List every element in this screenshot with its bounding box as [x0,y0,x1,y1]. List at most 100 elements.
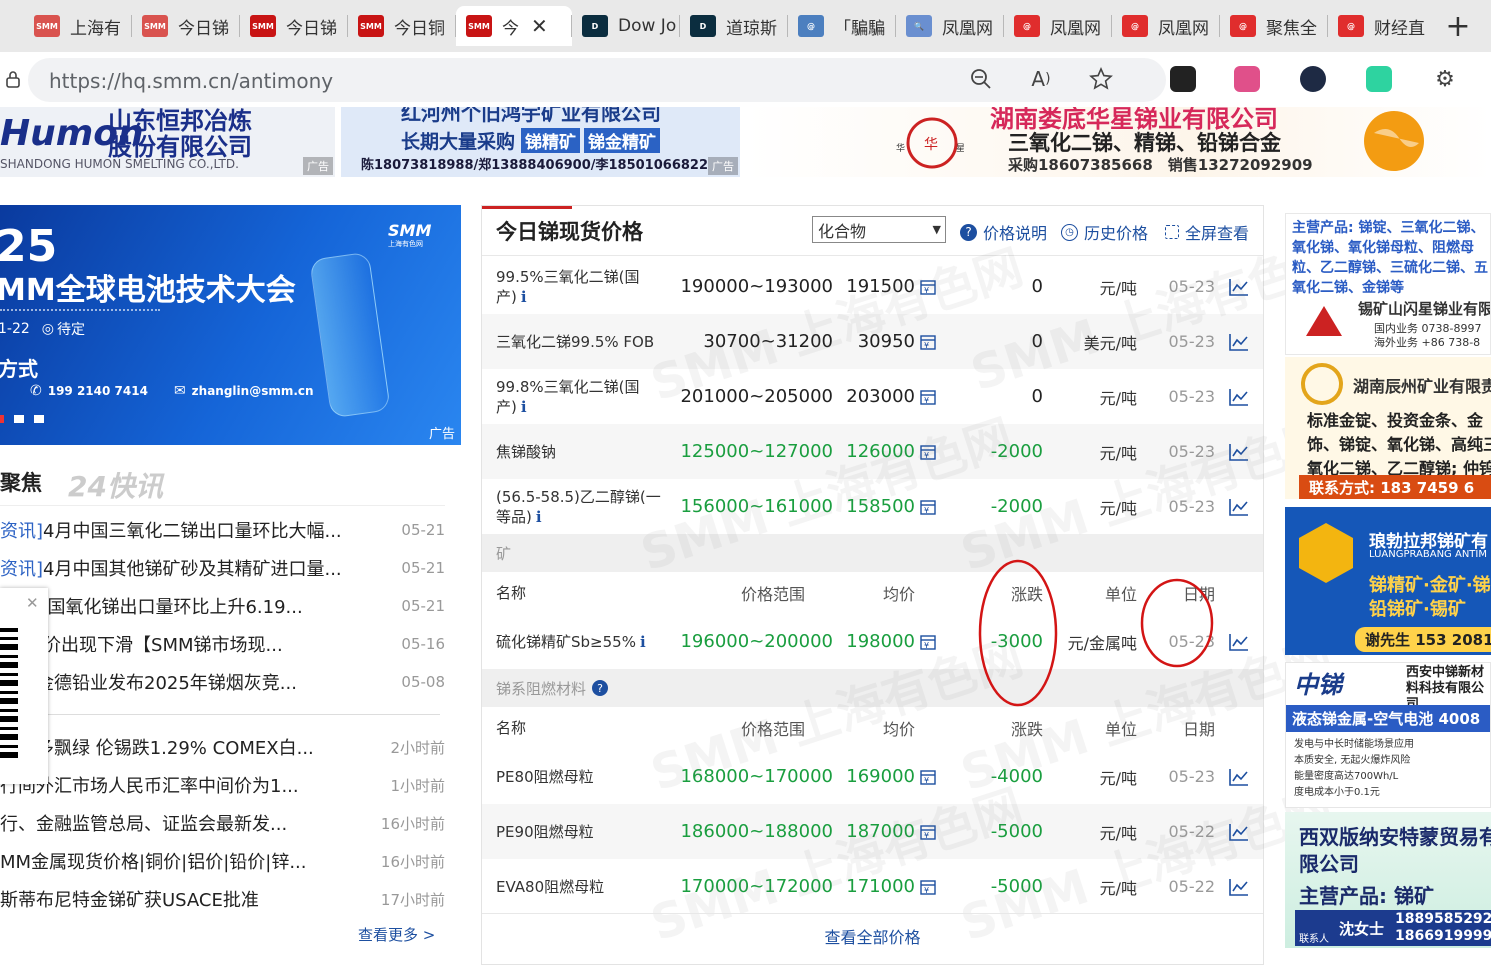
news-item[interactable]: 资讯]4月中国其他锑矿砂及其精矿进口量... 05-21 [0,549,445,587]
favorite-star-icon[interactable] [1088,66,1114,92]
flash-item[interactable]: MM金属现货价格|铜价|铝价|铅价|锌... 16小时前 [0,842,445,880]
ad-tag: 广告 [428,427,455,442]
browser-tab[interactable]: @ 聚焦全 [1220,6,1328,46]
news-item[interactable]: 江西金德铅业发布2025年锑烟灰竞... 05-08 [0,663,445,701]
browser-tab[interactable]: SMM 今日铜 [348,6,456,46]
honghe-phones: 陈18073818988/郑13888406900/李18501066822 [361,158,708,173]
tab-title: 「騙騙 [834,18,885,39]
bullet-item: 度电成本小于0.1元 [1294,787,1380,798]
extension-green-icon[interactable] [1366,66,1392,92]
ad-tag: 广告 [303,157,333,175]
browser-tab[interactable]: SMM 今 ✕ [456,6,572,46]
news-item[interactable]: 4月中国氧化锑出口量环比上升6.19... 05-21 [0,587,445,625]
huaxing-line2: 三氧化二锑、精锑、铅锑合金 [1008,131,1281,155]
tab-favicon-icon: @ [1122,15,1148,37]
xsbn-product: 主营产品: 锑矿 [1299,884,1434,908]
carousel-dot[interactable] [34,415,44,423]
conf-date: 1-22 [0,321,30,337]
news-tag: 资讯] [0,521,44,542]
ad-huaxing[interactable]: 华华星 湖南娄底华星锑业有限公司 三氧化二锑、精锑、铅锑合金 采购1860738… [746,107,1491,177]
browser-tab[interactable]: D 道琼斯 [680,6,788,46]
zoom-icon[interactable] [968,66,994,92]
svg-text:华: 华 [896,142,905,154]
browser-tab[interactable]: D Dow Jo [572,6,680,46]
browser-tab[interactable]: 🔍 凤凰网 [896,6,1004,46]
extension-ghost-icon[interactable] [1170,66,1196,92]
news-item[interactable]: 资讯]4月中国三氧化二锑出口量环比大幅... 05-21 [0,511,445,549]
close-icon[interactable]: ✕ [26,594,39,612]
carousel-dots[interactable] [0,415,44,423]
browser-tab[interactable]: SMM 今日锑 [132,6,240,46]
huaxing-seal-icon: 华华星 [896,117,964,169]
ad-tag: 广告 [708,157,738,175]
tab-title: 聚焦全 [1266,18,1317,39]
tab-title: 今日铜 [394,18,445,39]
xsbn-label: 联系人 [1299,934,1329,945]
browser-tab[interactable]: @ 凤凰网 [1112,6,1220,46]
huaxing-phones: 采购18607385668 销售13272092909 [1008,156,1313,174]
news-date: 05-16 [401,635,445,653]
browser-tab[interactable]: SMM 今日锑 [240,6,348,46]
tab-favicon-icon: SMM [142,15,168,37]
news-tag: 资讯] [0,559,44,580]
ad-honghe[interactable]: 红河州个旧鸿宇矿业有限公司 长期大量采购 锑精矿 锑金精矿 陈180738189… [341,107,740,177]
tab-favicon-icon: SMM [466,15,492,37]
flash-time: 1小时前 [390,776,445,795]
news-title: 资讯]4月中国三氧化二锑出口量环比大幅... [0,517,385,543]
extension-translate-icon[interactable] [1234,66,1260,92]
tab-24-flash[interactable]: 24快讯 [68,465,163,505]
ad-humon[interactable]: Humon 山东恒邦冶炼 股份有限公司 SHANDONG HUMON SMELT… [0,107,335,177]
xks-logo-icon [1306,306,1342,336]
xks-company: 锡矿山闪星锑业有限 [1358,300,1491,318]
flash-item[interactable]: 行、金融监管总局、证监会最新发... 16小时前 [0,804,445,842]
url-field[interactable]: https://hq.smm.cn/antimony [28,58,1166,102]
flash-time: 17小时前 [380,890,445,909]
tab-focus[interactable]: 聚焦 [0,467,42,497]
extension-shield-icon[interactable] [1300,66,1326,92]
conf-date-row: 1-22 ◎ 待定 [0,319,85,339]
ad-xishuangbanna[interactable]: 西双版纳安特蒙贸易有限公司 主营产品: 锑矿 联系人 沈女士 188958529… [1285,812,1491,948]
tab-title: 今日锑 [286,18,337,39]
xsbn-company: 西双版纳安特蒙贸易有限公司 [1299,825,1491,876]
flash-item[interactable]: 斯蒂布尼特金锑矿获USACE批准 17小时前 [0,880,445,918]
xsbn-phone1: 18895852927 [1395,911,1491,927]
tab-favicon-icon: @ [798,15,824,37]
tab-title: 今 [502,18,519,39]
new-tab-button[interactable]: + [1438,8,1478,44]
browser-tab[interactable]: SMM 上海有 [24,6,132,46]
news-date: 05-08 [401,673,445,691]
tab-favicon-icon: D [582,15,608,37]
ad-chenzhou[interactable]: 湖南辰州矿业有限责 标准金锭、投资金条、金饰、锑锭、氧化锑、高纯三氧化二锑、乙二… [1285,357,1491,499]
chenzhou-logo-icon [1301,363,1343,405]
annotation-circles [978,559,1214,707]
browser-tab[interactable]: @ 「騙騙 [788,6,896,46]
tab-title: 今日锑 [178,18,229,39]
news-title: 资讯]4月中国其他锑矿砂及其精矿进口量... [0,555,385,581]
url-text: https://hq.smm.cn/antimony [49,69,334,93]
conf-phone: 199 2140 7414 [47,384,148,398]
qr-popup: ✕ [0,588,48,784]
tab-favicon-icon: SMM [250,15,276,37]
ad-luangprabang[interactable]: 琅勃拉邦锑矿有 LUANGPRABANG ANTIM 锑精矿·金矿·锑 铅锑矿·… [1285,507,1491,655]
xks-phone2: 海外业务 +86 738-8 [1374,336,1481,349]
bullet-item: 本质安全, 无起火爆炸风险 [1294,755,1411,766]
more-news-link[interactable]: 查看更多 > [358,924,435,945]
conf-logo-sub: 上海有色网 [388,240,423,248]
flash-item[interactable]: 行间外汇市场人民币汇率中间价为1... 1小时前 [0,766,445,804]
flash-item[interactable]: 金属多飘绿 伦锡跌1.29% COMEX白... 2小时前 [0,728,445,766]
read-aloud-icon[interactable]: A) [1028,66,1054,92]
browser-tab[interactable]: @ 凤凰网 [1004,6,1112,46]
svg-text:华: 华 [924,137,938,153]
ad-xikuangshan[interactable]: 主营产品: 锑锭、三氧化二锑、氧化锑、氧化锑母粒、阻燃母粒、乙二醇锑、三硫化二锑… [1285,213,1491,355]
browser-tab[interactable]: @ 财经直 [1328,6,1436,46]
tab-title: 上海有 [70,18,121,39]
news-item[interactable]: 评]锑价出现下滑【SMM锑市场现... 05-16 [0,625,445,663]
carousel-dot[interactable] [14,415,24,423]
xsbn-contact-box: 联系人 沈女士 18895852927 18669199995 [1295,910,1491,946]
ad-zhongti[interactable]: 中锑 西安中锑新材料科技有限公司 液态锑金属-空气电池 4008 发电与中长时储… [1285,662,1491,808]
tab-favicon-icon: 🔍 [906,15,932,37]
conference-banner[interactable]: 25 MM全球电池技术大会 1-22 ◎ 待定 方式 ✆ 199 2140 74… [0,205,461,445]
carousel-dot[interactable] [0,415,4,423]
extensions-puzzle-icon[interactable]: ⚙ [1432,66,1458,92]
tab-close-icon[interactable]: ✕ [531,14,548,38]
